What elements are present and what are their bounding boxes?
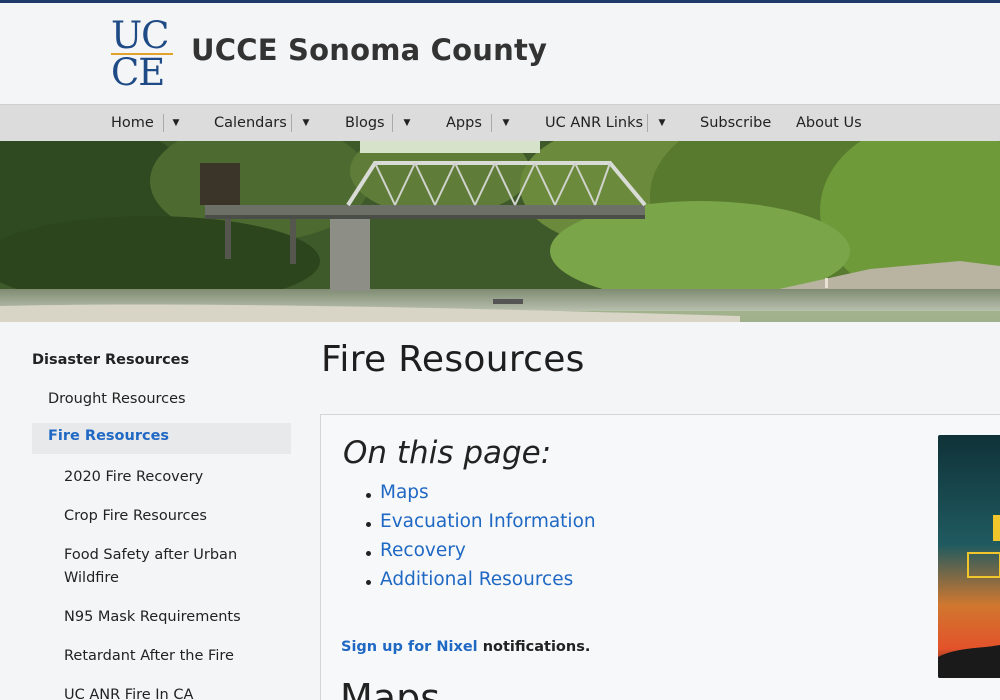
logo-text-top: UC [111,14,170,57]
sidebar-item-food-safety-urban-wildfire[interactable]: Food Safety after Urban Wildfire [64,544,254,590]
sidebar-item-2020-fire-recovery[interactable]: 2020 Fire Recovery [64,466,284,489]
nav-item-calendars[interactable]: Calendars [214,105,287,141]
toc-item: Maps [366,482,596,511]
chevron-down-icon[interactable]: ▼ [499,105,513,141]
toc-item: Additional Resources [366,569,596,598]
chevron-down-icon[interactable]: ▼ [169,105,183,141]
nav-separator [491,114,492,132]
nav-item-subscribe[interactable]: Subscribe [700,105,771,141]
table-of-contents: Maps Evacuation Information Recovery Add… [366,482,596,598]
chevron-down-icon[interactable]: ▼ [655,105,669,141]
sidebar-item-uc-anr-fire-in-ca[interactable]: UC ANR Fire In CA [64,684,284,700]
sidebar-heading[interactable]: Disaster Resources [32,352,189,368]
sidebar-item-crop-fire-resources[interactable]: Crop Fire Resources [64,505,284,528]
signup-text: notifications. [477,639,591,655]
toc-item: Evacuation Information [366,511,596,540]
bullet-icon [366,522,371,527]
promo-image[interactable] [938,435,1000,678]
page-title: Fire Resources [321,339,585,380]
toc-item: Recovery [366,540,596,569]
nav-separator [163,114,164,132]
nav-item-blogs[interactable]: Blogs [345,105,385,141]
bullet-icon [366,551,371,556]
nav-separator [291,114,292,132]
site-title[interactable]: UCCE Sonoma County [191,33,547,67]
bullet-icon [366,580,371,585]
sidebar-item-fire-resources[interactable]: Fire Resources [32,423,291,454]
site-header: UC CE UCCE Sonoma County [0,3,1000,104]
toc-link-additional-resources[interactable]: Additional Resources [380,569,573,590]
toc-link-recovery[interactable]: Recovery [380,540,466,561]
logo-text-bottom: CE [111,51,165,94]
nav-separator [647,114,648,132]
on-this-page-heading: On this page: [343,435,552,471]
sidebar-item-n95-mask-requirements[interactable]: N95 Mask Requirements [64,606,284,629]
toc-link-maps[interactable]: Maps [380,482,429,503]
section-heading-maps: Maps [340,676,440,700]
nav-item-about-us[interactable]: About Us [796,105,862,141]
toc-link-evacuation-information[interactable]: Evacuation Information [380,511,596,532]
bullet-icon [366,493,371,498]
banner-photo-river-bridge [0,141,1000,322]
nav-item-home[interactable]: Home [111,105,154,141]
logo-rule [111,53,173,55]
nav-item-apps[interactable]: Apps [446,105,482,141]
nav-separator [392,114,393,132]
sidebar-nav: Disaster Resources Drought Resources Fir… [0,322,300,700]
ucce-logo[interactable]: UC CE [111,17,175,91]
chevron-down-icon[interactable]: ▼ [299,105,313,141]
signup-notice: Sign up for Nixel notifications. [341,639,590,655]
nav-item-uc-anr-links[interactable]: UC ANR Links [545,105,643,141]
sidebar-item-retardant-after-fire[interactable]: Retardant After the Fire [64,645,284,668]
chevron-down-icon[interactable]: ▼ [400,105,414,141]
signup-nixel-link[interactable]: Sign up for Nixel [341,639,478,655]
main-nav: Home ▼ Calendars ▼ Blogs ▼ Apps ▼ UC ANR… [0,104,1000,141]
sidebar-item-drought-resources[interactable]: Drought Resources [48,388,288,411]
sidebar-item-label: Fire Resources [48,428,170,444]
